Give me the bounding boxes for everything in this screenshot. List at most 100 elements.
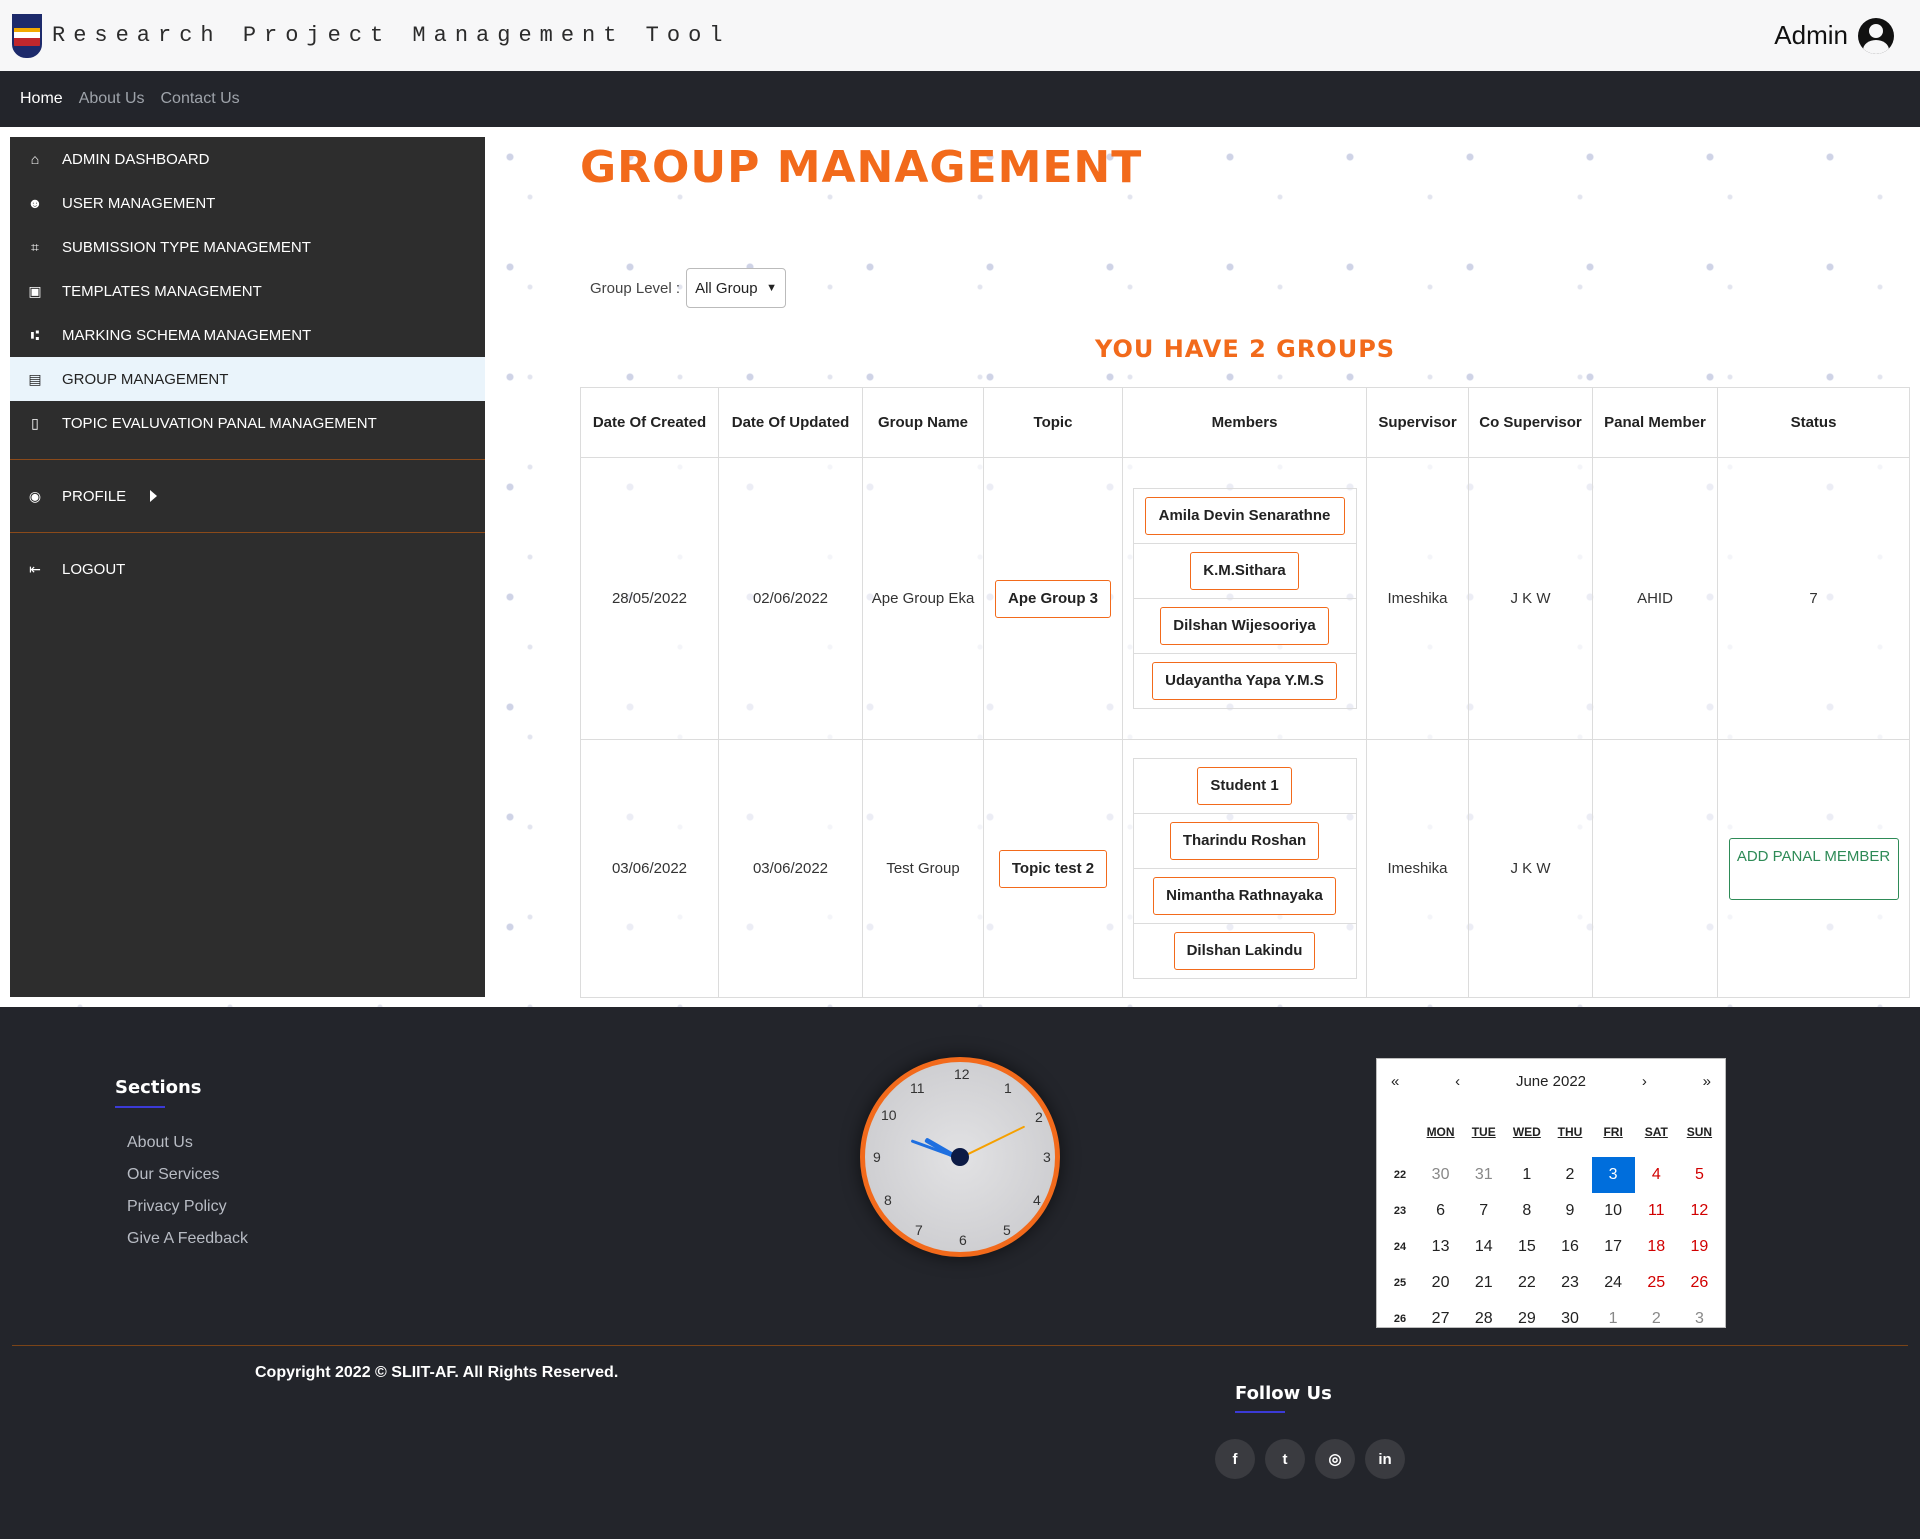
add-panel-member-button[interactable]: ADD PANAL MEMBER: [1728, 837, 1899, 900]
clock-number: 11: [910, 1080, 925, 1096]
calendar-weekday: WED: [1512, 1125, 1541, 1139]
twitter-icon[interactable]: t: [1265, 1439, 1305, 1479]
calendar-day[interactable]: 6: [1419, 1193, 1462, 1229]
calendar-day[interactable]: 20: [1419, 1265, 1462, 1301]
sidebar-item-user-management[interactable]: ☻ USER MANAGEMENT: [10, 181, 485, 225]
calendar-next-month-button[interactable]: ›: [1642, 1073, 1647, 1090]
app-title: Research Project Management Tool: [52, 23, 731, 48]
sidebar-item-label: ADMIN DASHBOARD: [62, 150, 210, 168]
profile-icon: ◉: [28, 487, 42, 504]
sidebar-item-profile[interactable]: ◉ PROFILE: [10, 474, 485, 518]
sidebar-item-templates[interactable]: ▣ TEMPLATES MANAGEMENT: [10, 269, 485, 313]
member-tag[interactable]: Amila Devin Senarathne: [1144, 497, 1345, 535]
calendar-day[interactable]: 31: [1462, 1157, 1505, 1193]
calendar-day[interactable]: 30: [1419, 1157, 1462, 1193]
calendar-day[interactable]: 23: [1548, 1265, 1591, 1301]
calendar-day[interactable]: 2: [1548, 1157, 1591, 1193]
calendar-day[interactable]: 13: [1419, 1229, 1462, 1265]
calendar-day[interactable]: 3: [1678, 1301, 1721, 1337]
calendar-day[interactable]: 28: [1462, 1301, 1505, 1337]
calendar-day[interactable]: 25: [1635, 1265, 1678, 1301]
member-tag[interactable]: K.M.Sithara: [1190, 552, 1299, 590]
calendar-day[interactable]: 11: [1635, 1193, 1678, 1229]
calendar-day[interactable]: 26: [1678, 1265, 1721, 1301]
member-tag[interactable]: Tharindu Roshan: [1169, 822, 1320, 860]
group-level-select[interactable]: All Group ▼: [686, 268, 787, 308]
calendar-day[interactable]: 24: [1592, 1265, 1635, 1301]
column-header: Supervisor: [1366, 387, 1469, 458]
sidebar-item-logout[interactable]: ⇤ LOGOUT: [10, 547, 485, 591]
nav-home[interactable]: Home: [20, 90, 63, 108]
members-list: Amila Devin Senarathne K.M.Sithara Dilsh…: [1132, 488, 1357, 709]
calendar-day[interactable]: 18: [1635, 1229, 1678, 1265]
footer-link-about[interactable]: About Us: [127, 1134, 248, 1152]
user-menu[interactable]: Admin: [1774, 17, 1894, 54]
calendar-day[interactable]: 7: [1462, 1193, 1505, 1229]
calendar-day[interactable]: 19: [1678, 1229, 1721, 1265]
calendar-day-today[interactable]: 3: [1591, 1157, 1635, 1193]
footer-link-services[interactable]: Our Services: [127, 1166, 248, 1184]
calendar-day[interactable]: 22: [1505, 1265, 1548, 1301]
linkedin-icon[interactable]: in: [1365, 1439, 1405, 1479]
calendar-day[interactable]: 17: [1592, 1229, 1635, 1265]
calendar-next-year-button[interactable]: »: [1703, 1073, 1711, 1090]
column-header: Topic: [983, 387, 1123, 458]
sidebar-item-group-management[interactable]: ▤ GROUP MANAGEMENT: [10, 357, 485, 401]
member-tag[interactable]: Dilshan Wijesooriya: [1160, 607, 1329, 645]
table-header-row: Date Of Created Date Of Updated Group Na…: [580, 387, 1910, 458]
sidebar-item-admin-dashboard[interactable]: ⌂ ADMIN DASHBOARD: [10, 137, 485, 181]
nav-about[interactable]: About Us: [79, 90, 145, 108]
sidebar-item-topic-evaluation-panel[interactable]: ▯ TOPIC EVALUVATION PANAL MANAGEMENT: [10, 401, 485, 445]
calendar-day[interactable]: 2: [1635, 1301, 1678, 1337]
facebook-icon[interactable]: f: [1215, 1439, 1255, 1479]
member-tag[interactable]: Dilshan Lakindu: [1173, 932, 1316, 970]
calendar-day[interactable]: 8: [1505, 1193, 1548, 1229]
calendar-day[interactable]: 21: [1462, 1265, 1505, 1301]
calendar-day[interactable]: 1: [1592, 1301, 1635, 1337]
calendar-day[interactable]: 30: [1548, 1301, 1591, 1337]
calendar-day[interactable]: 14: [1462, 1229, 1505, 1265]
calendar-day[interactable]: 9: [1548, 1193, 1591, 1229]
sidebar-item-marking-schema[interactable]: ⑆ MARKING SCHEMA MANAGEMENT: [10, 313, 485, 357]
calendar-week-number: 24: [1393, 1241, 1407, 1253]
calendar-prev-year-button[interactable]: «: [1391, 1073, 1399, 1090]
instagram-icon[interactable]: ◎: [1315, 1439, 1355, 1479]
calendar-day[interactable]: 16: [1548, 1229, 1591, 1265]
calendar-day[interactable]: 5: [1678, 1157, 1721, 1193]
calendar-prev-month-button[interactable]: ‹: [1455, 1073, 1460, 1090]
calendar-grid: MON TUE WED THU FRI SAT SUN 22 30 31 1 2…: [1377, 1121, 1725, 1337]
main-navbar: Home About Us Contact Us: [0, 71, 1920, 127]
calendar-day[interactable]: 29: [1505, 1301, 1548, 1337]
sidebar-item-submission-type[interactable]: ⌗ SUBMISSION TYPE MANAGEMENT: [10, 225, 485, 269]
member-tag[interactable]: Nimantha Rathnayaka: [1153, 877, 1336, 915]
calendar-month-label[interactable]: June 2022: [1516, 1073, 1586, 1090]
brand[interactable]: Research Project Management Tool: [12, 13, 731, 58]
calendar-weekday: SAT: [1644, 1125, 1668, 1139]
users-icon: ☻: [27, 195, 43, 211]
footer-link-privacy[interactable]: Privacy Policy: [127, 1198, 248, 1216]
calendar-weekday: MON: [1426, 1125, 1455, 1139]
footer-link-feedback[interactable]: Give A Feedback: [127, 1230, 248, 1248]
column-header: Co Supervisor: [1468, 387, 1593, 458]
calendar-day[interactable]: 15: [1505, 1229, 1548, 1265]
list-item: Dilshan Lakindu: [1134, 924, 1356, 978]
calendar-week-number: 25: [1393, 1277, 1407, 1289]
calendar-day[interactable]: 12: [1678, 1193, 1721, 1229]
calendar-day[interactable]: 4: [1635, 1157, 1678, 1193]
topic-tag[interactable]: Topic test 2: [998, 849, 1108, 888]
clock-number: 3: [1043, 1149, 1051, 1165]
sidebar-item-label: USER MANAGEMENT: [62, 194, 216, 212]
schema-icon: ⑆: [30, 327, 40, 343]
member-tag[interactable]: Student 1: [1197, 767, 1292, 805]
user-avatar-icon[interactable]: [1858, 17, 1894, 54]
topic-tag[interactable]: Ape Group 3: [995, 579, 1111, 618]
nav-contact[interactable]: Contact Us: [161, 90, 240, 108]
home-icon: ⌂: [30, 151, 40, 167]
member-tag[interactable]: Udayantha Yapa Y.M.S: [1152, 662, 1337, 700]
clock-number: 4: [1033, 1192, 1041, 1208]
calendar-day[interactable]: 10: [1592, 1193, 1635, 1229]
cell-status: ADD PANAL MEMBER: [1717, 739, 1910, 998]
calendar-day[interactable]: 1: [1505, 1157, 1548, 1193]
calendar-day[interactable]: 27: [1419, 1301, 1462, 1337]
filter-label: Group Level :: [590, 279, 681, 297]
